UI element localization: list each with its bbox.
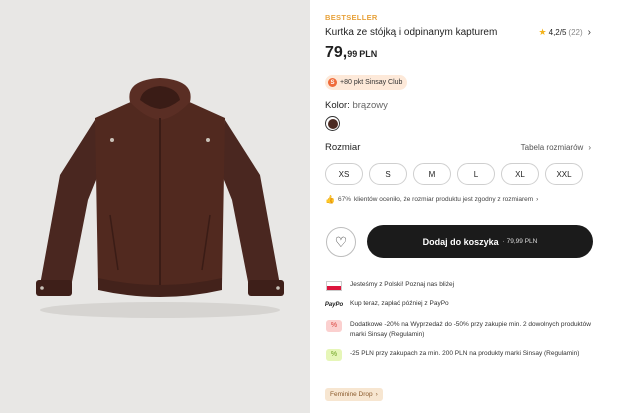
fit-percent: 67% [337,196,351,203]
wishlist-button[interactable]: ♡ [326,227,356,257]
info-text: -25 PLN przy zakupach za min. 200 PLN na… [350,350,580,357]
size-option-l[interactable]: L [457,163,495,185]
discount-tag-icon: % [325,320,343,332]
poland-flag-icon [325,280,343,292]
rating-count: (22) [568,28,583,37]
size-option-s[interactable]: S [369,163,407,185]
price-cents: 99 [347,49,358,59]
info-text: Dodatkowe -20% na Wyprzedaż do -50% przy… [350,321,591,338]
color-value: brązowy [352,100,388,111]
add-to-cart-label: Dodaj do koszyka [422,236,499,247]
thumbs-up-icon: 👍 [325,195,335,204]
price-main: 79, [325,44,348,61]
club-points-text: +80 pkt Sinsay Club [340,79,403,86]
rating-value: 4,2/5 [548,28,567,37]
color-swatch-brown[interactable] [325,116,340,131]
club-points-badge: S +80 pkt Sinsay Club [325,75,408,90]
paypo-logo: PayPo [324,302,344,308]
product-details-panel: BESTSELLER Kurtka ze stójką i odpinanym … [325,0,605,413]
chevron-right-icon: › [588,143,591,152]
product-title: Kurtka ze stójką i odpinanym kapturem [325,27,498,38]
size-option-xxl[interactable]: XXL [545,163,583,185]
size-option-m[interactable]: M [413,163,451,185]
add-to-cart-button[interactable]: Dodaj do koszyka · 79,99 PLN [367,225,593,258]
add-to-cart-price: · 79,99 PLN [502,238,538,245]
color-label: Kolor: [325,100,350,111]
size-label: Rozmiar [325,142,361,153]
color-row: Kolor: brązowy [325,100,388,111]
jacket-illustration [36,78,284,318]
collection-tag[interactable]: Feminine Drop › [325,388,383,401]
info-text: Jesteśmy z Polski! Poznaj nas bliżej [350,281,455,288]
info-item-about[interactable]: Jesteśmy z Polski! Poznaj nas bliżej [325,280,595,292]
fit-text: klientów oceniło, że rozmiar produktu je… [353,196,534,203]
discount-tag-icon: % [325,349,343,361]
chevron-right-icon: › [536,196,539,203]
bestseller-badge: BESTSELLER [325,13,378,22]
size-selector: XS S M L XL XXL [325,163,583,185]
size-chart-label: Tabela rozmiarów [520,143,584,152]
collection-tag-label: Feminine Drop [330,391,373,398]
info-item-paypo[interactable]: PayPo Kup teraz, zapłać później z PayPo [325,299,595,311]
chevron-right-icon: › [375,391,378,398]
size-option-xs[interactable]: XS [325,163,363,185]
info-text: Kup teraz, zapłać później z PayPo [350,300,449,307]
info-item-discount-20[interactable]: % Dodatkowe -20% na Wyprzedaż do -50% pr… [325,320,595,340]
heart-icon: ♡ [334,233,348,250]
club-icon: S [328,78,337,87]
price-currency: PLN [359,49,378,59]
chevron-right-icon: › [587,27,591,38]
price: 79,99 PLN [325,44,377,62]
size-option-xl[interactable]: XL [501,163,539,185]
rating-summary[interactable]: ★ 4,2/5 (22) › [539,27,591,38]
star-icon: ★ [538,27,547,37]
size-chart-link[interactable]: Tabela rozmiarów › [521,143,591,152]
info-item-discount-25[interactable]: % -25 PLN przy zakupach za min. 200 PLN … [325,349,595,361]
size-fit-info[interactable]: 👍 67% klientów oceniło, że rozmiar produ… [325,195,538,204]
product-image[interactable] [0,0,310,413]
